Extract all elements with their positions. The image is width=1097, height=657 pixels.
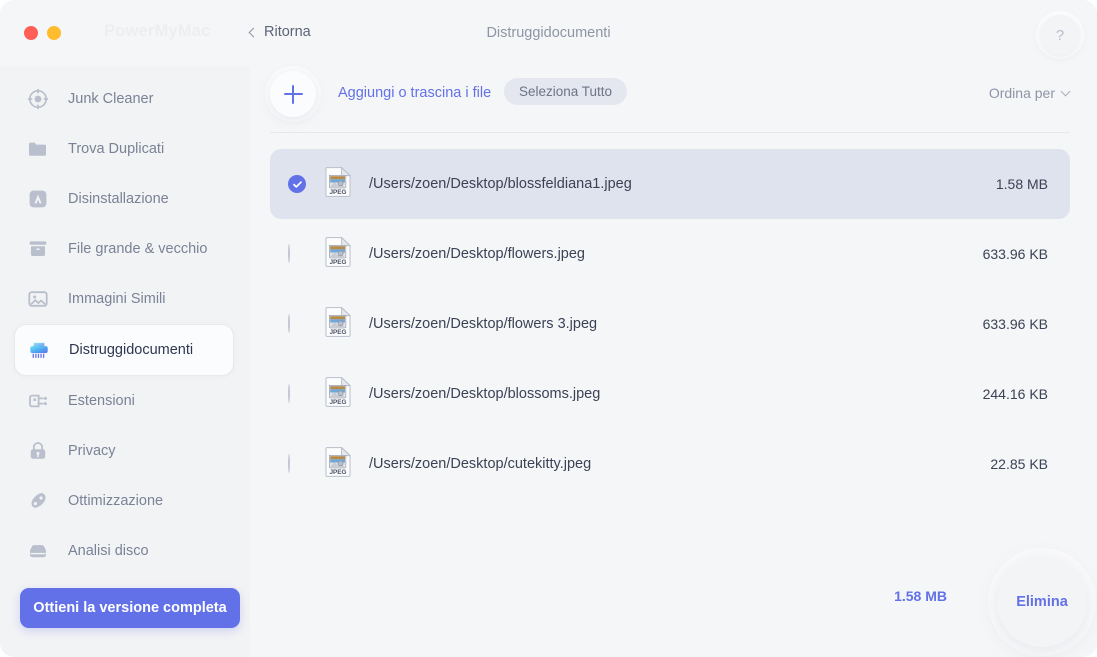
sidebar-nav: Junk Cleaner Trova Duplicati Disinstallazi…	[0, 74, 250, 576]
file-path: /Users/zoen/Desktop/blossfeldiana1.jpeg	[369, 176, 632, 192]
file-checkbox[interactable]	[288, 175, 306, 193]
file-path: /Users/zoen/Desktop/blossoms.jpeg	[369, 386, 601, 402]
checkbox-unchecked-icon	[288, 244, 290, 263]
sidebar-item-label: Disinstallazione	[68, 191, 169, 207]
sidebar-item-ottimizzazione[interactable]: Ottimizzazione	[0, 476, 250, 526]
sidebar-item-immagini-simili[interactable]: Immagini Simili	[0, 274, 250, 324]
lock-icon	[26, 439, 50, 463]
sidebar-item-label: Junk Cleaner	[68, 91, 154, 107]
file-list: JPEG/Users/zoen/Desktop/blossfeldiana1.j…	[270, 149, 1070, 499]
sidebar-item-trova-duplicati[interactable]: Trova Duplicati	[0, 124, 250, 174]
sidebar-item-distruggidocumenti[interactable]: Distruggidocumenti	[14, 324, 234, 376]
file-row[interactable]: JPEG/Users/zoen/Desktop/flowers.jpeg 633.…	[270, 219, 1070, 289]
chevron-left-icon	[248, 27, 259, 38]
app-brand-logo: PowerMyMac	[104, 22, 211, 40]
svg-text:JPEG: JPEG	[329, 398, 346, 405]
sort-by-label: Ordina per	[988, 85, 1055, 101]
svg-text:JPEG: JPEG	[329, 188, 346, 195]
total-size-label: 1.58 MB	[894, 588, 947, 604]
file-size: 244.16 KB	[982, 386, 1048, 402]
sidebar-item-file-grande-vecchio[interactable]: File grande & vecchio	[0, 224, 250, 274]
help-button[interactable]: ?	[1040, 15, 1080, 55]
minimize-window-button[interactable]	[47, 26, 61, 40]
back-button-label: Ritorna	[264, 24, 311, 40]
upgrade-button[interactable]: Ottieni la versione completa	[20, 588, 240, 628]
chevron-down-icon	[1060, 86, 1071, 96]
add-files-button[interactable]	[270, 71, 316, 117]
file-row[interactable]: JPEG/Users/zoen/Desktop/blossfeldiana1.j…	[270, 149, 1070, 219]
sort-by-dropdown[interactable]: Ordina per	[988, 85, 1071, 101]
file-size: 1.58 MB	[995, 176, 1048, 192]
sidebar-item-disinstallazione[interactable]: Disinstallazione	[0, 174, 250, 224]
jpeg-file-icon: JPEG	[325, 165, 352, 202]
file-row[interactable]: JPEG/Users/zoen/Desktop/cutekitty.jpeg 22…	[270, 429, 1070, 499]
app-store-icon	[26, 187, 50, 211]
toolbar: Aggiungi o trascina i file Seleziona Tut…	[250, 66, 1097, 130]
app-window: PowerMyMac Ritorna Distruggidocumenti ? …	[0, 0, 1097, 657]
plug-icon	[26, 389, 50, 413]
hard-drive-icon	[26, 539, 50, 563]
jpeg-file-icon: JPEG	[325, 445, 352, 482]
file-size: 633.96 KB	[982, 246, 1048, 262]
checkbox-unchecked-icon	[288, 454, 290, 473]
jpeg-file-icon: JPEG	[325, 235, 352, 272]
file-row[interactable]: JPEG/Users/zoen/Desktop/blossoms.jpeg 244…	[270, 359, 1070, 429]
file-size: 633.96 KB	[982, 316, 1048, 332]
main-panel: Aggiungi o trascina i file Seleziona Tut…	[250, 66, 1097, 657]
sidebar-item-estensioni[interactable]: Estensioni	[0, 376, 250, 426]
window-traffic-lights	[24, 26, 61, 40]
jpeg-file-icon: JPEG	[325, 375, 352, 412]
plus-icon	[283, 84, 303, 104]
sidebar-item-label: Analisi disco	[68, 543, 149, 559]
add-files-label[interactable]: Aggiungi o trascina i file	[338, 85, 491, 101]
sidebar-item-junk-cleaner[interactable]: Junk Cleaner	[0, 74, 250, 124]
title-bar: PowerMyMac Ritorna Distruggidocumenti ?	[0, 0, 1097, 66]
file-path: /Users/zoen/Desktop/flowers.jpeg	[369, 246, 585, 262]
file-checkbox[interactable]	[288, 244, 306, 263]
file-checkbox[interactable]	[288, 384, 306, 403]
file-path: /Users/zoen/Desktop/cutekitty.jpeg	[369, 456, 592, 472]
jpeg-file-icon: JPEG	[325, 305, 352, 342]
svg-text:JPEG: JPEG	[329, 258, 346, 265]
sidebar-item-label: Distruggidocumenti	[69, 342, 194, 358]
checkbox-checked-icon	[288, 175, 306, 193]
folder-icon	[26, 137, 50, 161]
delete-button[interactable]: Elimina	[997, 557, 1087, 647]
junk-cleaner-icon	[26, 87, 50, 111]
close-window-button[interactable]	[24, 26, 38, 40]
sidebar-item-label: Ottimizzazione	[68, 493, 164, 509]
file-path: /Users/zoen/Desktop/flowers 3.jpeg	[369, 316, 598, 332]
photo-icon	[26, 287, 50, 311]
file-row[interactable]: JPEG/Users/zoen/Desktop/flowers 3.jpeg 63…	[270, 289, 1070, 359]
question-mark-icon: ?	[1055, 26, 1065, 44]
toolbar-divider	[270, 132, 1070, 133]
checkbox-unchecked-icon	[288, 314, 290, 333]
svg-text:JPEG: JPEG	[329, 468, 346, 475]
sidebar-item-label: Immagini Simili	[68, 291, 166, 307]
checkbox-unchecked-icon	[288, 384, 290, 403]
file-checkbox[interactable]	[288, 314, 306, 333]
file-checkbox[interactable]	[288, 454, 306, 473]
svg-text:JPEG: JPEG	[329, 328, 346, 335]
rocket-icon	[26, 489, 50, 513]
file-size: 22.85 KB	[990, 456, 1048, 472]
sidebar-item-label: File grande & vecchio	[68, 241, 208, 257]
shredder-icon	[27, 338, 51, 362]
sidebar-item-privacy[interactable]: Privacy	[0, 426, 250, 476]
sidebar-item-label: Estensioni	[68, 393, 135, 409]
back-button[interactable]: Ritorna	[248, 24, 311, 40]
select-all-button[interactable]: Seleziona Tutto	[504, 78, 628, 105]
sidebar-item-analisi-disco[interactable]: Analisi disco	[0, 526, 250, 576]
archive-box-icon	[26, 237, 50, 261]
sidebar-item-label: Trova Duplicati	[68, 141, 165, 157]
sidebar: Junk Cleaner Trova Duplicati Disinstallazi…	[0, 66, 250, 657]
sidebar-item-label: Privacy	[68, 443, 116, 459]
